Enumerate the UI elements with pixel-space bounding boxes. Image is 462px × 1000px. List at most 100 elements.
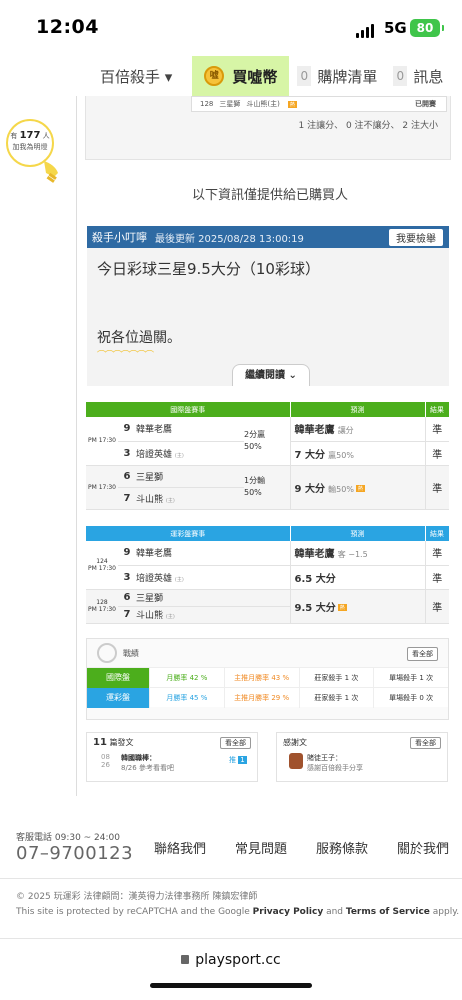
team-name: 韓華老鷹 bbox=[136, 541, 291, 566]
divider bbox=[0, 938, 462, 939]
prediction-note: 贏50% bbox=[328, 450, 354, 460]
cart-link[interactable]: 0 購牌清單 bbox=[289, 56, 385, 96]
team-name: 培證英雄 bbox=[136, 573, 173, 584]
footer-link-about[interactable]: 關於我們 bbox=[397, 838, 449, 857]
prediction: 韓華老鷹 bbox=[294, 549, 335, 561]
record-row-intl: 國際盤 月勝率 42 % 主推月勝率 43 % 莊家殺手 1 次 單場殺手 1 … bbox=[87, 667, 448, 688]
posts-area: 11 篇發文 看全部 08 26 韓國職棒： 8/26 參考看看吧 推 1 感謝文 … bbox=[86, 732, 449, 784]
terms-of-service-link[interactable]: Terms of Service bbox=[346, 907, 430, 917]
team-name: 斗山熊 bbox=[136, 611, 164, 621]
captcha-text-b: apply. bbox=[429, 907, 460, 917]
thanks-text: 感謝百倍殺手分享 bbox=[307, 764, 363, 772]
game-time: PM 17:30 bbox=[88, 564, 116, 572]
buy-label: 買噓幣 bbox=[232, 67, 278, 86]
prediction: 韓華老鷹 bbox=[294, 425, 335, 437]
address-bar[interactable]: playsport.cc bbox=[0, 952, 462, 968]
killer-dropdown[interactable]: 百倍殺手 ▾ bbox=[86, 56, 192, 96]
home-indicator[interactable] bbox=[150, 983, 312, 988]
month-win-rate: 月勝率 45 % bbox=[149, 687, 224, 708]
lottery-header-game: 運彩盤賽事 bbox=[86, 526, 291, 541]
prediction-note: 輸50% bbox=[328, 484, 354, 494]
tip-title: 殺手小叮嚀 bbox=[92, 231, 147, 244]
stats-line: 1 注讓分、 0 注不讓分、 2 注大小 bbox=[298, 121, 438, 131]
fans-prefix: 有 bbox=[10, 132, 18, 140]
posts-view-all-button[interactable]: 看全部 bbox=[220, 737, 251, 749]
home-mark: (主) bbox=[165, 614, 175, 620]
message-link[interactable]: 0 訊息 bbox=[385, 56, 451, 96]
team-name: 三星獅 bbox=[136, 465, 244, 488]
prediction: 9.5 大分 bbox=[294, 602, 336, 614]
single-killer: 單場殺手 0 次 bbox=[373, 687, 448, 708]
service-phone[interactable]: 07–9700123 bbox=[16, 843, 133, 864]
mini-status: 已開賽 bbox=[405, 99, 446, 109]
hot-icon: 熱 bbox=[337, 604, 347, 611]
prediction-note: 客 −1.5 bbox=[337, 550, 368, 560]
record-label: 國際盤 bbox=[87, 667, 149, 688]
prediction: 6.5 大分 bbox=[294, 573, 336, 585]
game-time: PM 17:30 bbox=[86, 465, 118, 510]
record-panel: 戰績 看全部 國際盤 月勝率 42 % 主推月勝率 43 % 莊家殺手 1 次 … bbox=[86, 638, 449, 720]
odds-line: 2分贏 bbox=[244, 429, 266, 439]
table-row: 128 PM 17:30 6 三星獅 9.5 大分熱 準 bbox=[86, 589, 450, 624]
fans-count: 177 bbox=[19, 130, 41, 141]
home-mark: (主) bbox=[165, 497, 175, 504]
push-count: 推 1 bbox=[229, 755, 247, 765]
privacy-policy-link[interactable]: Privacy Policy bbox=[253, 907, 324, 917]
buy-coin-button[interactable]: 噓買噓幣 bbox=[192, 56, 290, 96]
footer-link-terms[interactable]: 服務條款 bbox=[316, 838, 368, 857]
mini-game-row: 128 三星獅 斗山熊(主) 熱 已開賽 bbox=[191, 96, 447, 112]
intl-picks-table: 國際盤賽事 預測 結果 PM 17:30 9 韓華老鷹 2分贏 50% 韓華老鷹 讓分… bbox=[86, 402, 450, 510]
team-number: 6 bbox=[118, 589, 136, 607]
post-date: 08 26 bbox=[101, 753, 110, 769]
team-name: 培證英雄 bbox=[136, 449, 173, 460]
clock: 12:04 bbox=[36, 16, 99, 38]
team-number: 3 bbox=[118, 441, 136, 466]
record-view-all-button[interactable]: 看全部 bbox=[407, 647, 438, 661]
single-killer: 單場殺手 1 次 bbox=[373, 667, 448, 688]
fans-line2: 加我為明燈 bbox=[12, 143, 48, 151]
team-name: 三星獅 bbox=[136, 589, 291, 607]
fans-lightbulb-badge[interactable]: 有 177 人 加我為明燈 bbox=[6, 119, 58, 183]
intl-header-result: 結果 bbox=[425, 402, 450, 417]
team-name: 韓華老鷹 bbox=[136, 417, 244, 442]
continue-reading-button[interactable]: 繼續閱讀 ⌄ bbox=[232, 364, 310, 386]
captcha-text-and: and bbox=[323, 907, 346, 917]
url-text: playsport.cc bbox=[195, 952, 281, 968]
report-button[interactable]: 我要檢舉 bbox=[389, 228, 443, 246]
tip-line1: 今日彩球三星9.5大分（10彩球） bbox=[97, 260, 320, 278]
mini-team2: 斗山熊(主) bbox=[246, 100, 280, 108]
signal-icon bbox=[356, 24, 374, 38]
game-time: PM 17:30 bbox=[88, 606, 116, 613]
buyers-only-notice: 以下資訊僅提供給已購買人 bbox=[191, 188, 348, 203]
divider bbox=[0, 878, 462, 879]
footer-link-faq[interactable]: 常見問題 bbox=[235, 838, 287, 857]
thanks-item[interactable]: 賭徒王子： 感謝百倍殺手分享 bbox=[307, 753, 363, 773]
tip-header: 殺手小叮嚀 最後更新 2025/08/28 13:00:19 我要檢舉 bbox=[87, 226, 449, 248]
team-number: 7 bbox=[118, 487, 136, 510]
thanks-view-all-button[interactable]: 看全部 bbox=[410, 737, 441, 749]
record-row-lottery: 運彩盤 月勝率 45 % 主推月勝率 29 % 莊家殺手 1 次 單場殺手 0 … bbox=[87, 687, 448, 708]
dealer-killer: 莊家殺手 1 次 bbox=[298, 667, 374, 688]
result: 準 bbox=[424, 417, 449, 442]
prediction-note: 讓分 bbox=[337, 426, 354, 436]
cart-label: 購牌清單 bbox=[317, 67, 378, 86]
fade-decoration: ⌒⌒⌒⌒⌒⌒⌒ bbox=[97, 351, 154, 361]
team-number: 9 bbox=[118, 417, 136, 442]
post-item[interactable]: 韓國職棒： 8/26 參考看看吧 bbox=[121, 753, 174, 773]
footer-link-contact[interactable]: 聯絡我們 bbox=[154, 838, 206, 857]
mini-game-id: 128 bbox=[200, 100, 214, 108]
lightbulb-icon bbox=[44, 161, 58, 183]
main-win-rate: 主推月勝率 29 % bbox=[223, 687, 299, 708]
team-number: 7 bbox=[118, 606, 136, 624]
cart-count: 0 bbox=[297, 66, 312, 86]
post-count: 11 bbox=[93, 737, 107, 748]
pick-summary-box: 128 三星獅 斗山熊(主) 熱 已開賽 1 注讓分、 0 注不讓分、 2 注大… bbox=[85, 96, 451, 160]
game-time: PM 17:30 bbox=[86, 417, 118, 466]
post-date-month: 08 bbox=[101, 753, 110, 761]
post-title: 韓國職棒： bbox=[121, 754, 156, 762]
table-row: 124 PM 17:30 9 韓華老鷹 韓華老鷹 客 −1.5 準 bbox=[86, 541, 450, 590]
tip-updated: 最後更新 2025/08/28 13:00:19 bbox=[155, 233, 304, 245]
target-icon bbox=[97, 643, 117, 663]
game-id: 124 bbox=[96, 557, 108, 565]
lottery-picks-table: 運彩盤賽事 預測 結果 124 PM 17:30 9 韓華老鷹 韓華老鷹 客 −1.5… bbox=[86, 526, 450, 624]
